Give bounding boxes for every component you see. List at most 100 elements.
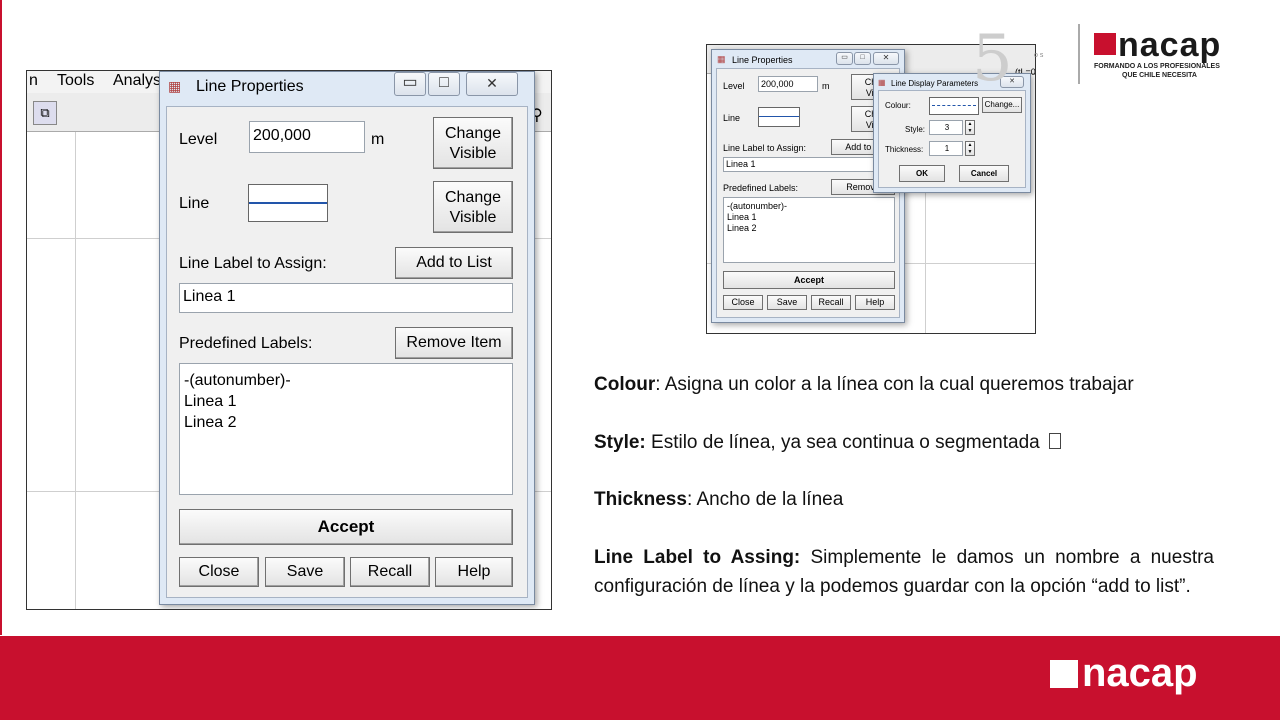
line-preview[interactable]: [758, 107, 800, 127]
change-visible-level-button[interactable]: Change Visible: [433, 117, 513, 169]
save-button[interactable]: Save: [767, 295, 807, 310]
grid-line: [75, 132, 76, 609]
colour-change-button[interactable]: Change...: [982, 97, 1022, 113]
button-line: Visible: [449, 145, 497, 162]
term: Style:: [594, 432, 646, 453]
thickness-input[interactable]: 1: [929, 141, 963, 156]
line-sample: [759, 116, 799, 117]
cancel-button[interactable]: Cancel: [959, 165, 1009, 182]
save-button[interactable]: Save: [265, 557, 345, 587]
thickness-description: Thickness: Ancho de la línea: [594, 485, 1214, 514]
anniversary-mark-text: o s: [1034, 52, 1044, 59]
label-input[interactable]: Linea 1: [723, 157, 895, 172]
accept-button[interactable]: Accept: [179, 509, 513, 545]
logo-square: [1094, 33, 1116, 55]
label-input[interactable]: Linea 1: [179, 283, 513, 313]
colour-preview[interactable]: [929, 97, 979, 115]
app-icon: ▦: [717, 54, 726, 64]
maximize-icon[interactable]: □: [854, 52, 871, 65]
level-unit: m: [822, 81, 830, 91]
style-stepper[interactable]: ▲ ▼: [965, 120, 975, 135]
add-to-list-button[interactable]: Add to List: [395, 247, 513, 279]
footer-logo-name: nacap: [1082, 651, 1198, 695]
style-input[interactable]: 3: [929, 120, 963, 135]
menu-item-n[interactable]: n: [29, 72, 38, 90]
level-label: Level: [179, 131, 218, 148]
list-item[interactable]: -(autonumber)-: [184, 370, 508, 391]
ok-button[interactable]: OK: [899, 165, 945, 182]
close-button[interactable]: Close: [179, 557, 259, 587]
dialog-body: Level 200,000 m Change Visible Line Chan…: [166, 106, 528, 598]
list-item[interactable]: -(autonumber)-: [727, 201, 891, 212]
minimize-icon[interactable]: ▭: [394, 72, 426, 96]
thickness-stepper[interactable]: ▲ ▼: [965, 141, 975, 156]
level-input[interactable]: 200,000: [249, 121, 365, 153]
predefined-labels-list[interactable]: -(autonumber)- Linea 1 Linea 2: [723, 197, 895, 263]
list-item[interactable]: Linea 2: [727, 223, 891, 234]
predefined-labels-label: Predefined Labels:: [723, 183, 799, 193]
colour-description: Colour: Asigna un color a la línea con l…: [594, 370, 1214, 399]
app-icon: ▦: [878, 78, 886, 87]
button-line: Change: [444, 125, 502, 142]
recall-button[interactable]: Recall: [350, 557, 430, 587]
colour-label: Colour:: [885, 101, 911, 110]
logo-subtitle-line: QUE CHILE NECESITA: [1122, 72, 1197, 79]
change-visible-line-button[interactable]: Change Visible: [433, 181, 513, 233]
line-sample: [249, 202, 327, 204]
line-label: Line: [723, 113, 741, 123]
minimize-icon[interactable]: ▭: [836, 52, 853, 65]
logo-subtitle: FORMANDO A LOS PROFESIONALES QUE CHILE N…: [1094, 62, 1220, 80]
big-screenshot: n Tools Analys ⧉ ⚲ ▦ Line Properties ▭ □…: [26, 70, 552, 610]
level-label: Level: [723, 81, 745, 91]
line-sample: [932, 105, 976, 106]
close-button[interactable]: Close: [723, 295, 763, 310]
menu-item-tools[interactable]: Tools: [57, 72, 94, 90]
line-preview[interactable]: [248, 184, 328, 222]
level-input[interactable]: 200,000: [758, 76, 818, 92]
line-label-assign-label: Line Label to Assign:: [179, 255, 327, 272]
missing-glyph-icon: [1049, 433, 1062, 449]
recall-button[interactable]: Recall: [811, 295, 851, 310]
remove-item-button[interactable]: Remove Item: [395, 327, 513, 359]
close-icon[interactable]: ✕: [873, 52, 899, 65]
accept-button[interactable]: Accept: [723, 271, 895, 289]
label-assign-description: Line Label to Assing: Simplemente le dam…: [594, 543, 1214, 601]
line-properties-dialog: ▦ Line Properties ▭ □ ✕ Level 200,000 m …: [159, 71, 535, 605]
footer-logo-square: [1050, 660, 1078, 688]
level-unit: m: [371, 131, 385, 148]
list-item[interactable]: Linea 1: [184, 391, 508, 412]
help-button[interactable]: Help: [435, 557, 513, 587]
dialog-body: Colour: Change... Style: 3 ▲ ▼ Thickness:…: [878, 90, 1026, 188]
logo-subtitle-line: FORMANDO A LOS PROFESIONALES: [1094, 63, 1220, 70]
dialog-title: Line Properties: [732, 55, 793, 65]
anniversary-mark: 5: [972, 22, 1013, 96]
term: Thickness: [594, 489, 687, 510]
line-label-assign-label: Line Label to Assign:: [723, 143, 807, 153]
menu-item-analysis[interactable]: Analys: [113, 72, 161, 90]
predefined-labels-list[interactable]: -(autonumber)- Linea 1 Linea 2: [179, 363, 513, 495]
style-description: Style: Estilo de línea, ya sea continua …: [594, 428, 1214, 457]
button-line: Visible: [449, 209, 497, 226]
app-icon: ▦: [168, 78, 182, 94]
help-button[interactable]: Help: [855, 295, 895, 310]
definition: Estilo de línea, ya sea continua o segme…: [645, 432, 1046, 453]
logo-divider: [1078, 24, 1080, 84]
maximize-icon[interactable]: □: [428, 72, 460, 96]
predefined-labels-label: Predefined Labels:: [179, 335, 313, 352]
definition: : Asigna un color a la línea con la cual…: [655, 374, 1134, 395]
close-icon[interactable]: ✕: [466, 72, 518, 96]
button-line: Change: [444, 189, 502, 206]
term: Line Label to Assing:: [594, 547, 801, 568]
definition: : Ancho de la línea: [686, 489, 844, 510]
list-item[interactable]: Linea 1: [727, 212, 891, 223]
style-label: Style:: [905, 125, 926, 134]
dialog-title: Line Properties: [196, 78, 304, 95]
line-label: Line: [179, 195, 210, 212]
list-item[interactable]: Linea 2: [184, 412, 508, 433]
dialog-title: Line Display Parameters: [891, 79, 979, 88]
thickness-label: Thickness:: [885, 145, 924, 154]
term: Colour: [594, 374, 656, 395]
logo-name: nacap: [1118, 26, 1222, 64]
slide-edge-line: [0, 0, 2, 635]
toolbar-icon[interactable]: ⧉: [33, 101, 57, 125]
